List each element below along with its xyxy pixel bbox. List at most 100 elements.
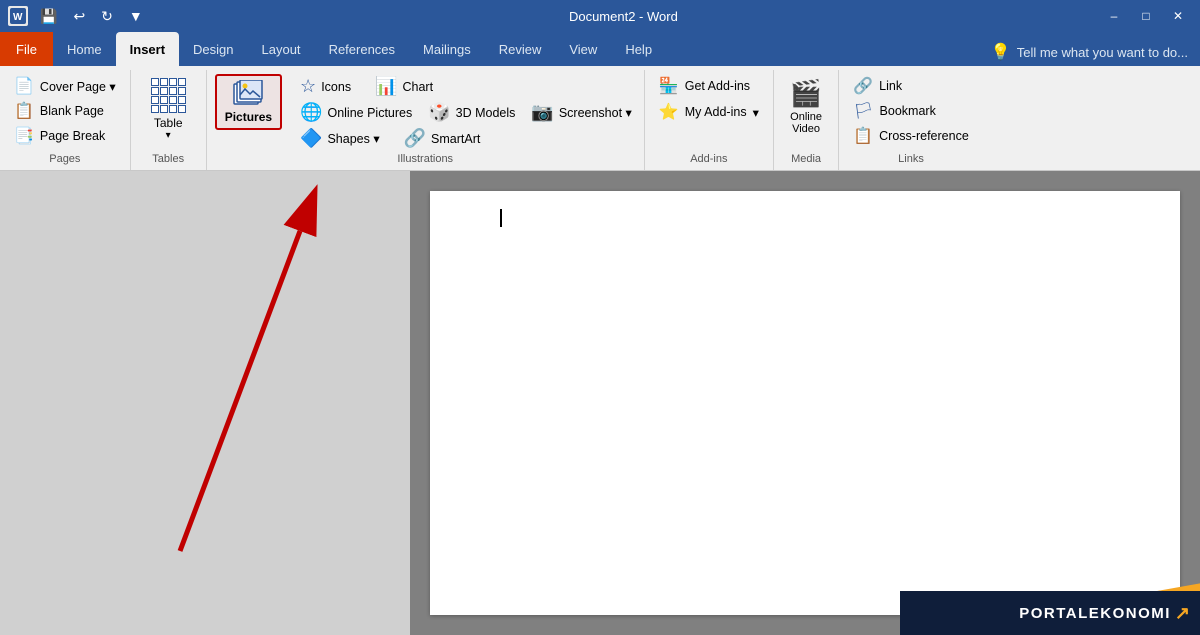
my-addins-icon: ⭐ bbox=[659, 102, 679, 122]
lightbulb-icon: 💡 bbox=[991, 42, 1011, 62]
illustrations-group: Pictures ☆ Icons 📊 Chart 🌐 bbox=[207, 70, 645, 170]
title-bar: W 💾 ↩ ↻ ▼ Document2 - Word – □ ✕ bbox=[0, 0, 1200, 32]
get-addins-button[interactable]: 🏪 Get Add-ins bbox=[653, 74, 765, 98]
link-button[interactable]: 🔗 Link bbox=[847, 74, 975, 98]
cross-reference-label: Cross-reference bbox=[879, 129, 969, 143]
models-3d-button[interactable]: 🎲 3D Models bbox=[424, 100, 519, 125]
blank-page-label: Blank Page bbox=[40, 104, 104, 118]
shapes-label: Shapes ▾ bbox=[327, 131, 379, 146]
bookmark-icon: 🏳 bbox=[853, 101, 873, 121]
pictures-label: Pictures bbox=[225, 110, 272, 124]
get-addins-icon: 🏪 bbox=[659, 76, 679, 96]
pages-group: 📄 Cover Page ▾ 📋 Blank Page 📑 Page Break… bbox=[0, 70, 131, 170]
table-label: Table bbox=[154, 116, 183, 130]
shapes-icon: 🔷 bbox=[300, 128, 322, 149]
online-video-icon: 🎬 bbox=[790, 78, 822, 109]
sidebar bbox=[0, 171, 410, 635]
blank-page-icon: 📋 bbox=[14, 101, 34, 121]
tab-insert[interactable]: Insert bbox=[116, 32, 179, 66]
redo-qat-button[interactable]: ↻ bbox=[97, 6, 117, 27]
smartart-icon: 🔗 bbox=[404, 128, 426, 149]
bookmark-button[interactable]: 🏳 Bookmark bbox=[847, 99, 975, 123]
page-break-icon: 📑 bbox=[14, 126, 34, 146]
illustrations-group-content: Pictures ☆ Icons 📊 Chart 🌐 bbox=[215, 74, 636, 151]
media-group-content: 🎬 OnlineVideo bbox=[782, 74, 830, 151]
media-group-label: Media bbox=[782, 151, 830, 168]
cross-reference-icon: 📋 bbox=[853, 126, 873, 146]
my-addins-button[interactable]: ⭐ My Add-ins ▾ bbox=[653, 100, 765, 124]
icons-icon: ☆ bbox=[300, 76, 316, 97]
document-title: Document2 - Word bbox=[147, 9, 1100, 24]
restore-button[interactable]: □ bbox=[1132, 6, 1160, 26]
links-group: 🔗 Link 🏳 Bookmark 📋 Cross-reference Link… bbox=[839, 70, 983, 170]
tables-group-label: Tables bbox=[139, 151, 198, 168]
pictures-icon bbox=[232, 80, 264, 110]
close-button[interactable]: ✕ bbox=[1164, 6, 1192, 26]
arrow-annotation bbox=[0, 171, 410, 635]
screenshot-button[interactable]: 📷 Screenshot ▾ bbox=[527, 100, 635, 125]
tab-home[interactable]: Home bbox=[53, 32, 116, 66]
my-addins-arrow: ▾ bbox=[753, 105, 759, 120]
watermark-area: PORTALEKONOMI ↗ bbox=[900, 575, 1200, 635]
online-pictures-button[interactable]: 🌐 Online Pictures bbox=[296, 100, 416, 125]
tab-design[interactable]: Design bbox=[179, 32, 247, 66]
addins-group: 🏪 Get Add-ins ⭐ My Add-ins ▾ Add-ins bbox=[645, 70, 774, 170]
media-group: 🎬 OnlineVideo Media bbox=[774, 70, 839, 170]
svg-text:W: W bbox=[13, 12, 23, 23]
customize-qat-button[interactable]: ▼ bbox=[125, 6, 147, 26]
word-icon: W bbox=[8, 6, 28, 26]
link-label: Link bbox=[879, 79, 902, 93]
tell-me-area[interactable]: 💡 Tell me what you want to do... bbox=[979, 38, 1200, 66]
screenshot-label: Screenshot ▾ bbox=[559, 105, 632, 120]
models-3d-label: 3D Models bbox=[456, 106, 516, 120]
title-bar-left: W 💾 ↩ ↻ ▼ bbox=[8, 6, 147, 27]
tab-file[interactable]: File bbox=[0, 32, 53, 66]
tables-group-content: Table ▾ bbox=[139, 74, 198, 151]
online-video-button[interactable]: 🎬 OnlineVideo bbox=[782, 74, 830, 139]
table-grid-icon bbox=[151, 78, 186, 113]
chart-icon: 📊 bbox=[375, 76, 397, 97]
tab-view[interactable]: View bbox=[555, 32, 611, 66]
page-break-button[interactable]: 📑 Page Break bbox=[8, 124, 122, 148]
models-3d-icon: 🎲 bbox=[428, 102, 450, 123]
ribbon: 📄 Cover Page ▾ 📋 Blank Page 📑 Page Break… bbox=[0, 66, 1200, 171]
icons-button[interactable]: ☆ Icons bbox=[296, 74, 355, 99]
links-group-content: 🔗 Link 🏳 Bookmark 📋 Cross-reference bbox=[847, 74, 975, 151]
online-video-label: OnlineVideo bbox=[790, 111, 822, 135]
cover-page-label: Cover Page ▾ bbox=[40, 79, 116, 94]
tab-help[interactable]: Help bbox=[611, 32, 666, 66]
save-qat-button[interactable]: 💾 bbox=[36, 6, 61, 27]
cover-page-button[interactable]: 📄 Cover Page ▾ bbox=[8, 74, 122, 98]
tab-mailings[interactable]: Mailings bbox=[409, 32, 485, 66]
pictures-button[interactable]: Pictures bbox=[215, 74, 282, 130]
smartart-button[interactable]: 🔗 SmartArt bbox=[400, 126, 485, 151]
table-button[interactable]: Table ▾ bbox=[139, 74, 198, 145]
tell-me-text: Tell me what you want to do... bbox=[1017, 45, 1188, 60]
tab-references[interactable]: References bbox=[315, 32, 409, 66]
blank-page-button[interactable]: 📋 Blank Page bbox=[8, 99, 122, 123]
undo-qat-button[interactable]: ↩ bbox=[69, 6, 89, 27]
tab-review[interactable]: Review bbox=[485, 32, 556, 66]
text-cursor bbox=[500, 209, 502, 227]
pages-group-label: Pages bbox=[8, 151, 122, 168]
cover-page-icon: 📄 bbox=[14, 76, 34, 96]
tab-layout[interactable]: Layout bbox=[248, 32, 315, 66]
online-pictures-icon: 🌐 bbox=[300, 102, 322, 123]
ribbon-tabs: File Home Insert Design Layout Reference… bbox=[0, 32, 1200, 66]
get-addins-label: Get Add-ins bbox=[685, 79, 750, 93]
minimize-button[interactable]: – bbox=[1100, 6, 1128, 26]
link-icon: 🔗 bbox=[853, 76, 873, 96]
document-page[interactable] bbox=[430, 191, 1180, 615]
shapes-button[interactable]: 🔷 Shapes ▾ bbox=[296, 126, 384, 151]
table-dropdown-arrow: ▾ bbox=[166, 130, 171, 141]
smartart-label: SmartArt bbox=[431, 132, 480, 146]
my-addins-label: My Add-ins bbox=[685, 105, 747, 119]
icons-label: Icons bbox=[321, 80, 351, 94]
pages-group-content: 📄 Cover Page ▾ 📋 Blank Page 📑 Page Break bbox=[8, 74, 122, 151]
bookmark-label: Bookmark bbox=[880, 104, 936, 118]
cross-reference-button[interactable]: 📋 Cross-reference bbox=[847, 124, 975, 148]
chart-button[interactable]: 📊 Chart bbox=[371, 74, 437, 99]
illustrations-group-label: Illustrations bbox=[215, 151, 636, 168]
page-break-label: Page Break bbox=[40, 129, 105, 143]
document-area: PORTALEKONOMI ↗ bbox=[0, 171, 1200, 635]
